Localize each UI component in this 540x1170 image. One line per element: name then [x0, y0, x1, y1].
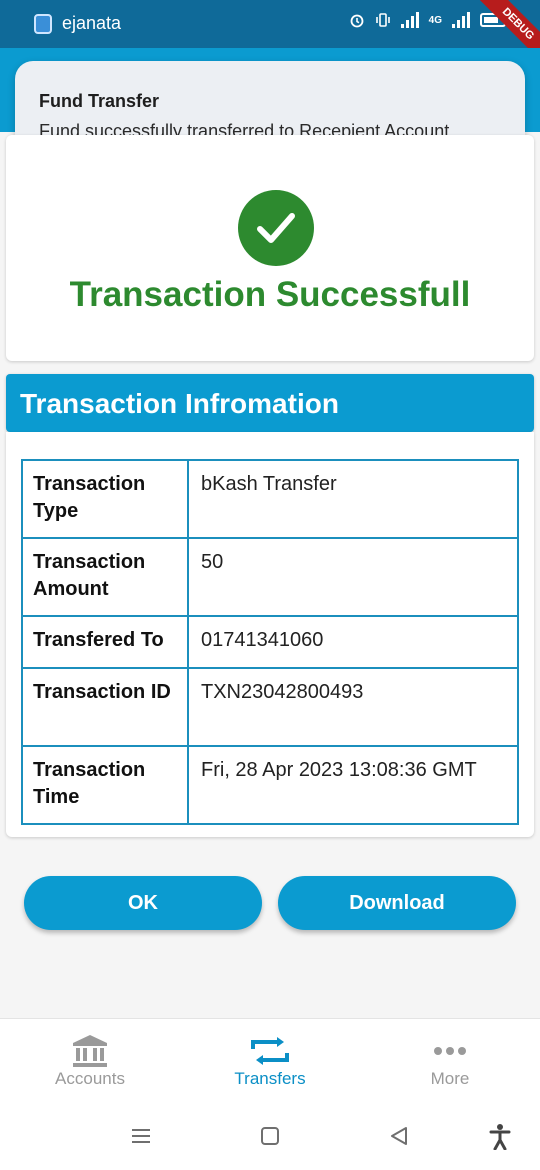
row-value: 01741341060: [187, 615, 519, 669]
vibrate-icon: [375, 13, 390, 27]
transaction-info-card: Transaction Type bKash Transfer Transact…: [6, 432, 534, 837]
notification-title: Fund Transfer: [39, 91, 160, 111]
row-label: Transfered To: [21, 615, 189, 669]
table-row: Transfered To 01741341060: [21, 615, 519, 669]
row-label: Transaction Type: [21, 459, 189, 539]
nav-item-accounts[interactable]: Accounts: [20, 1033, 160, 1089]
transaction-info-table: Transaction Type bKash Transfer Transact…: [21, 459, 519, 825]
bottom-nav: Accounts Transfers More: [0, 1018, 540, 1106]
recent-apps-icon[interactable]: [131, 1126, 151, 1146]
table-row: Transaction Amount 50: [21, 537, 519, 617]
nav-item-more[interactable]: More: [380, 1033, 520, 1089]
transfer-arrows-icon: [251, 1037, 289, 1065]
ok-button[interactable]: OK: [24, 876, 262, 930]
row-value: TXN23042800493: [187, 667, 519, 747]
nav-label-transfers: Transfers: [234, 1069, 306, 1088]
success-message: Transaction Successfull: [69, 275, 471, 314]
accessibility-icon[interactable]: [489, 1124, 511, 1150]
download-button[interactable]: Download: [278, 876, 516, 930]
app-notification-icon: [34, 14, 52, 34]
status-icons: 4G: [349, 12, 506, 28]
table-row: Transaction ID TXN23042800493: [21, 667, 519, 747]
signal-icon: [400, 12, 419, 28]
table-row: Transaction Type bKash Transfer: [21, 459, 519, 539]
system-nav-bar: [0, 1106, 540, 1170]
row-label: Transaction Amount: [21, 537, 189, 617]
nav-label-more: More: [430, 1069, 470, 1088]
row-value: bKash Transfer: [187, 459, 519, 539]
home-icon[interactable]: [260, 1126, 280, 1146]
alarm-icon: [350, 14, 364, 28]
info-section-title: Transaction Infromation: [6, 374, 534, 432]
row-value: Fri, 28 Apr 2023 13:08:36 GMT: [187, 745, 519, 825]
table-row: Transaction Time Fri, 28 Apr 2023 13:08:…: [21, 745, 519, 825]
network-type-label: 4G: [428, 14, 442, 26]
status-app-name: ejanata: [62, 13, 122, 33]
more-dots-icon: [434, 1047, 466, 1055]
nav-label-accounts: Accounts: [55, 1069, 125, 1088]
signal-icon-2: [452, 12, 470, 28]
success-check-icon: [238, 190, 314, 266]
row-label: Transaction ID: [21, 667, 189, 747]
row-value: 50: [187, 537, 519, 617]
bank-icon: [73, 1035, 107, 1067]
status-bar: ejanata 4G DEBUG: [0, 0, 540, 66]
nav-item-transfers[interactable]: Transfers: [200, 1033, 340, 1089]
row-label: Transaction Time: [21, 745, 189, 825]
success-card: Transaction Successfull: [6, 135, 534, 361]
back-icon[interactable]: [389, 1126, 409, 1146]
